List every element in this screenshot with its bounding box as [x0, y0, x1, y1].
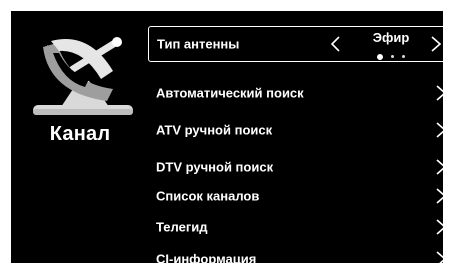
menu-item-ci-info[interactable]: CI-информация — [148, 244, 448, 274]
chevron-right-icon — [436, 251, 447, 267]
tv-menu-screen: Канал Тип антенны Эфир Автоматический по… — [11, 11, 448, 267]
chevron-right-icon — [436, 122, 447, 138]
option-dot — [402, 55, 406, 59]
chevron-left-icon[interactable] — [329, 35, 341, 53]
menu-item-label: DTV ручной поиск — [156, 159, 274, 175]
chevron-right-icon[interactable] — [429, 35, 443, 53]
option-dot — [391, 55, 394, 59]
menu-item-antenna-type[interactable]: Тип антенны Эфир — [148, 26, 448, 62]
menu-item-channel-list[interactable]: Список каналов — [148, 181, 448, 211]
chevron-right-icon — [436, 188, 447, 204]
option-indicator-dots — [349, 48, 433, 60]
menu-item-label: Телегид — [156, 219, 208, 235]
antenna-type-value-text: Эфир — [372, 30, 410, 45]
menu-item-auto-search[interactable]: Автоматический поиск — [148, 78, 448, 108]
sidebar: Канал — [11, 11, 149, 263]
menu-item-label: CI-информация — [156, 251, 257, 267]
antenna-type-value: Эфир — [349, 30, 433, 60]
settings-menu: Тип антенны Эфир Автоматический поиск AT… — [148, 22, 448, 267]
menu-item-label: Автоматический поиск — [156, 85, 304, 101]
chevron-right-icon — [436, 85, 447, 101]
chevron-right-icon — [436, 219, 447, 235]
menu-item-label: ATV ручной поиск — [156, 122, 273, 138]
chevron-right-icon — [436, 159, 447, 175]
satellite-dish-icon — [33, 37, 133, 115]
menu-item-atv-manual-search[interactable]: ATV ручной поиск — [148, 115, 448, 145]
menu-item-label: Тип антенны — [157, 36, 240, 52]
menu-item-label: Список каналов — [156, 188, 260, 204]
menu-item-epg[interactable]: Телегид — [148, 212, 448, 242]
menu-item-dtv-manual-search[interactable]: DTV ручной поиск — [148, 152, 448, 182]
option-dot-active — [376, 53, 383, 60]
section-title: Канал — [49, 123, 111, 145]
